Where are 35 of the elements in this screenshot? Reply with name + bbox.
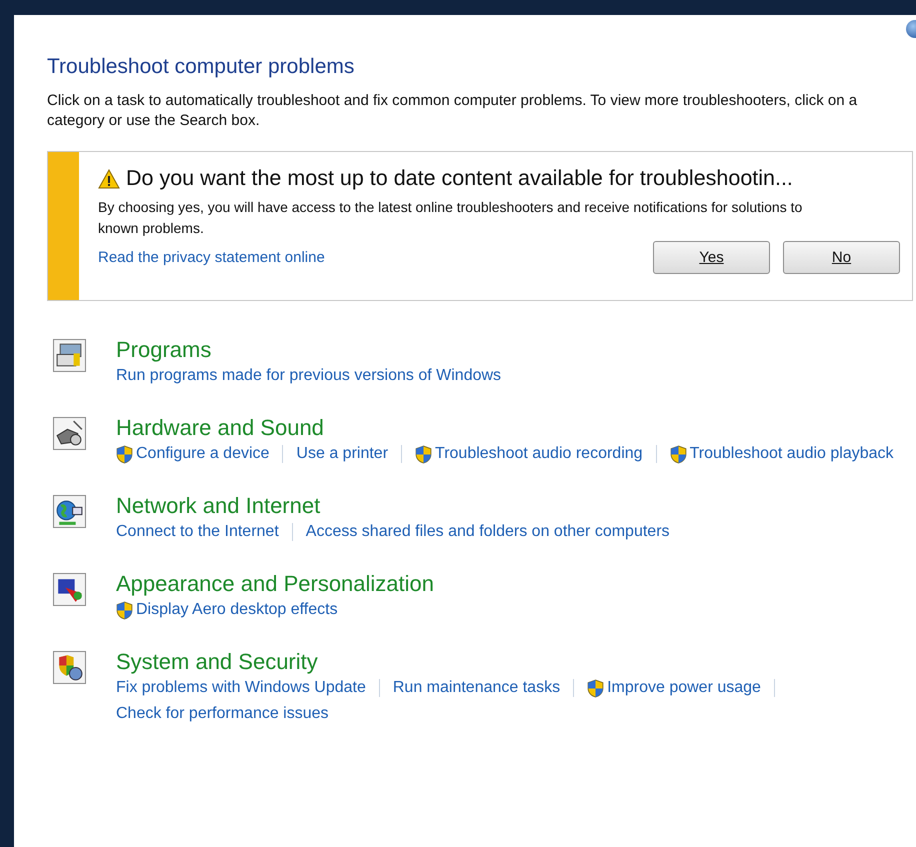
shield-icon (415, 444, 432, 464)
category-title[interactable]: System and Security (116, 649, 318, 675)
category-title[interactable]: Hardware and Sound (116, 415, 324, 441)
yes-button[interactable]: Yes (653, 241, 770, 274)
task-link[interactable]: Fix problems with Windows Update (116, 677, 366, 699)
category-title[interactable]: Network and Internet (116, 493, 320, 519)
task-link[interactable]: Improve power usage (587, 677, 761, 699)
page-title: Troubleshoot computer problems (47, 55, 356, 79)
privacy-link[interactable]: Read the privacy statement online (98, 249, 325, 266)
banner-heading: Do you want the most up to date content available for troubleshootin... (126, 166, 793, 191)
speaker-icon (53, 417, 86, 450)
task-link[interactable]: Run maintenance tasks (392, 677, 560, 699)
warning-icon (98, 168, 120, 188)
task-link[interactable]: Troubleshoot audio playback (670, 443, 894, 465)
task-link[interactable]: Run programs made for previous versions of Windows (116, 365, 502, 387)
task-link[interactable]: Configure a device (116, 443, 270, 465)
globe-icon (53, 495, 86, 528)
page-description: Click on a task to automatically troubleshoot and fix common computer problems. To view more troubleshooters, click on a category or use the Search box. (47, 91, 858, 131)
task-link[interactable]: Use a printer (296, 443, 388, 465)
shield-icon (670, 444, 687, 464)
no-button[interactable]: No (783, 241, 900, 274)
palette-icon (53, 573, 86, 606)
banner-text: By choosing yes, you will have access to the latest online troubleshooters and receive notifications for solutions to known problems. (98, 198, 804, 238)
shield-icon (587, 678, 604, 698)
task-link[interactable]: Connect to the Internet (116, 521, 279, 543)
task-link[interactable]: Check for performance issues (116, 703, 329, 725)
shield-icon (116, 444, 133, 464)
shield-icon (53, 651, 86, 684)
category-title[interactable]: Appearance and Personalization (116, 571, 434, 597)
window-icon (53, 339, 86, 372)
task-link[interactable]: Access shared files and folders on other computers (306, 521, 670, 543)
category-title[interactable]: Programs (116, 337, 212, 363)
shield-icon (116, 600, 133, 620)
task-link[interactable]: Display Aero desktop effects (116, 599, 338, 621)
task-link[interactable]: Troubleshoot audio recording (415, 443, 643, 465)
